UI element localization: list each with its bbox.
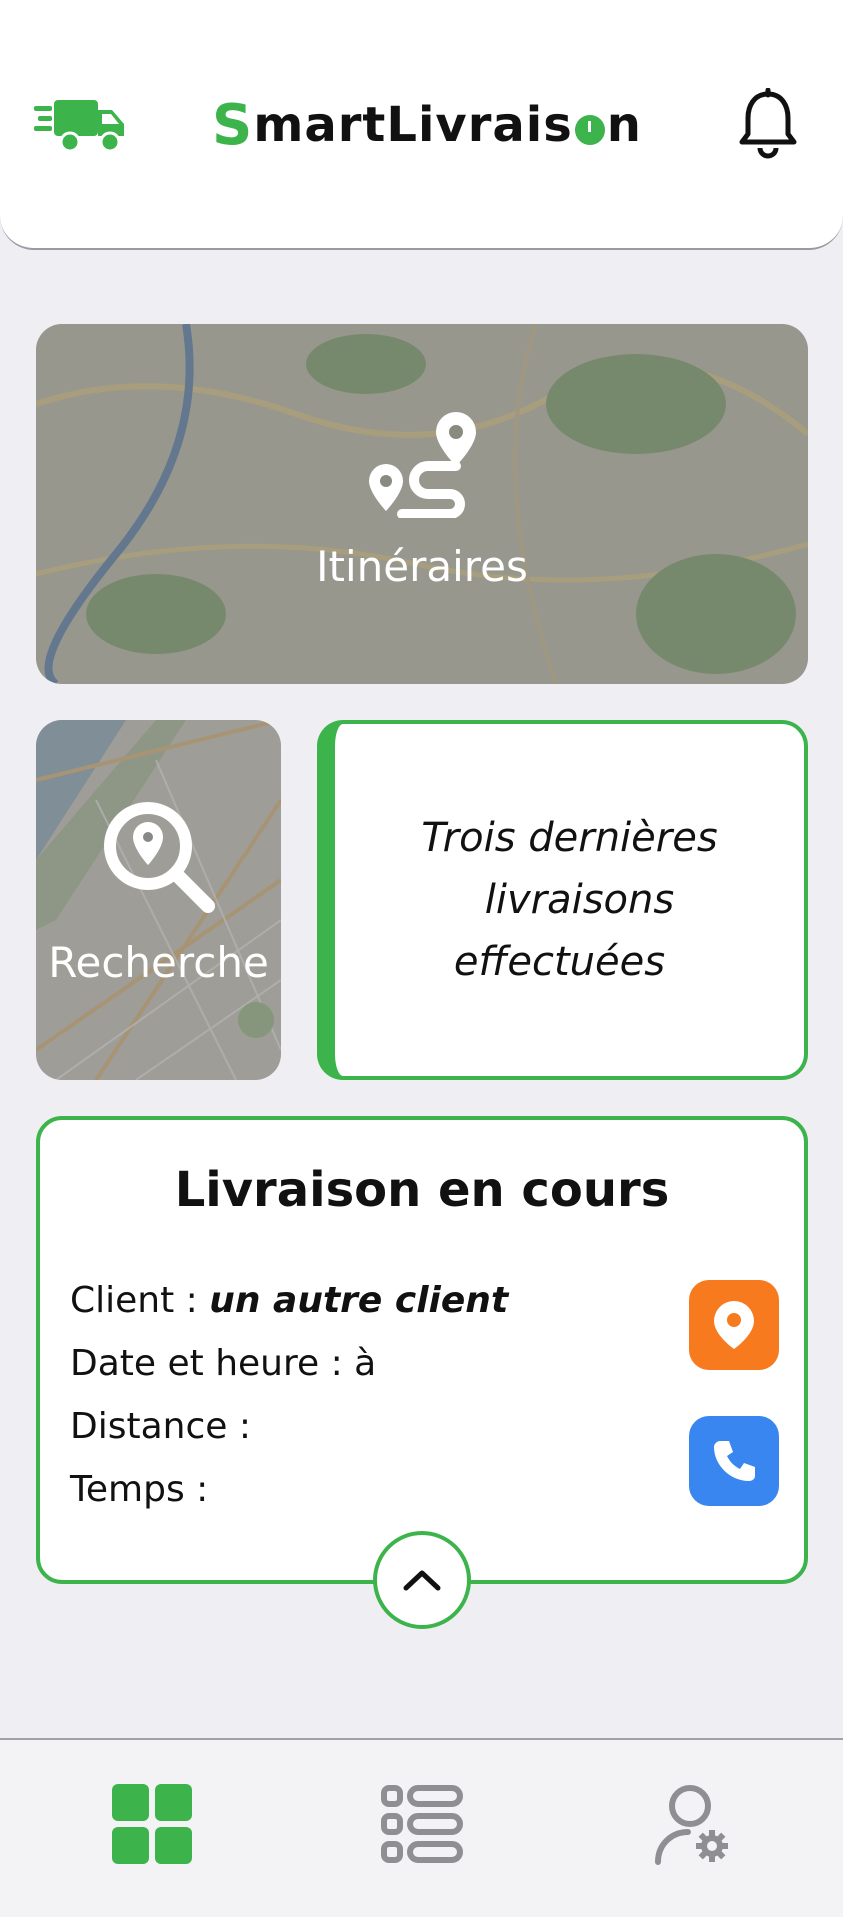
clock-o-icon [574,115,605,145]
expand-button[interactable] [373,1531,471,1629]
call-button[interactable] [689,1416,779,1506]
chevron-up-icon [403,1570,441,1591]
time-row: Temps : [70,1469,209,1510]
dashboard-icon[interactable] [110,1782,194,1866]
bell-icon[interactable] [736,88,800,160]
client-value: un autre client [209,1280,509,1321]
bottom-nav [0,1738,843,1917]
app-logo: SmartLivrais n [212,92,642,158]
recherche-card[interactable]: Recherche [36,720,281,1080]
last-deliveries-line1: Trois dernières [421,815,718,861]
truck-icon [34,100,124,153]
itineraires-label: Itinéraires [316,542,528,591]
user-settings-icon[interactable] [650,1782,734,1866]
itineraires-card[interactable]: Itinéraires [36,324,808,684]
map-pin-icon [714,1301,754,1349]
last-deliveries-line2: livraisons effectuées [453,877,675,985]
app-header: SmartLivrais n [0,0,843,250]
distance-row: Distance : [70,1406,251,1447]
last-deliveries-card[interactable]: Trois dernières livraisons effectuées [317,720,808,1080]
recherche-label: Recherche [48,938,269,987]
location-button[interactable] [689,1280,779,1370]
datetime-row: Date et heure : à [70,1343,377,1384]
current-delivery-title: Livraison en cours [174,1162,670,1218]
route-icon [369,412,476,518]
current-delivery-card: Livraison en cours Client : un autre cli… [36,1116,808,1584]
search-location-icon [104,802,215,913]
list-icon[interactable] [380,1782,464,1866]
client-row: Client : un autre client [70,1280,509,1321]
phone-icon [714,1441,755,1481]
